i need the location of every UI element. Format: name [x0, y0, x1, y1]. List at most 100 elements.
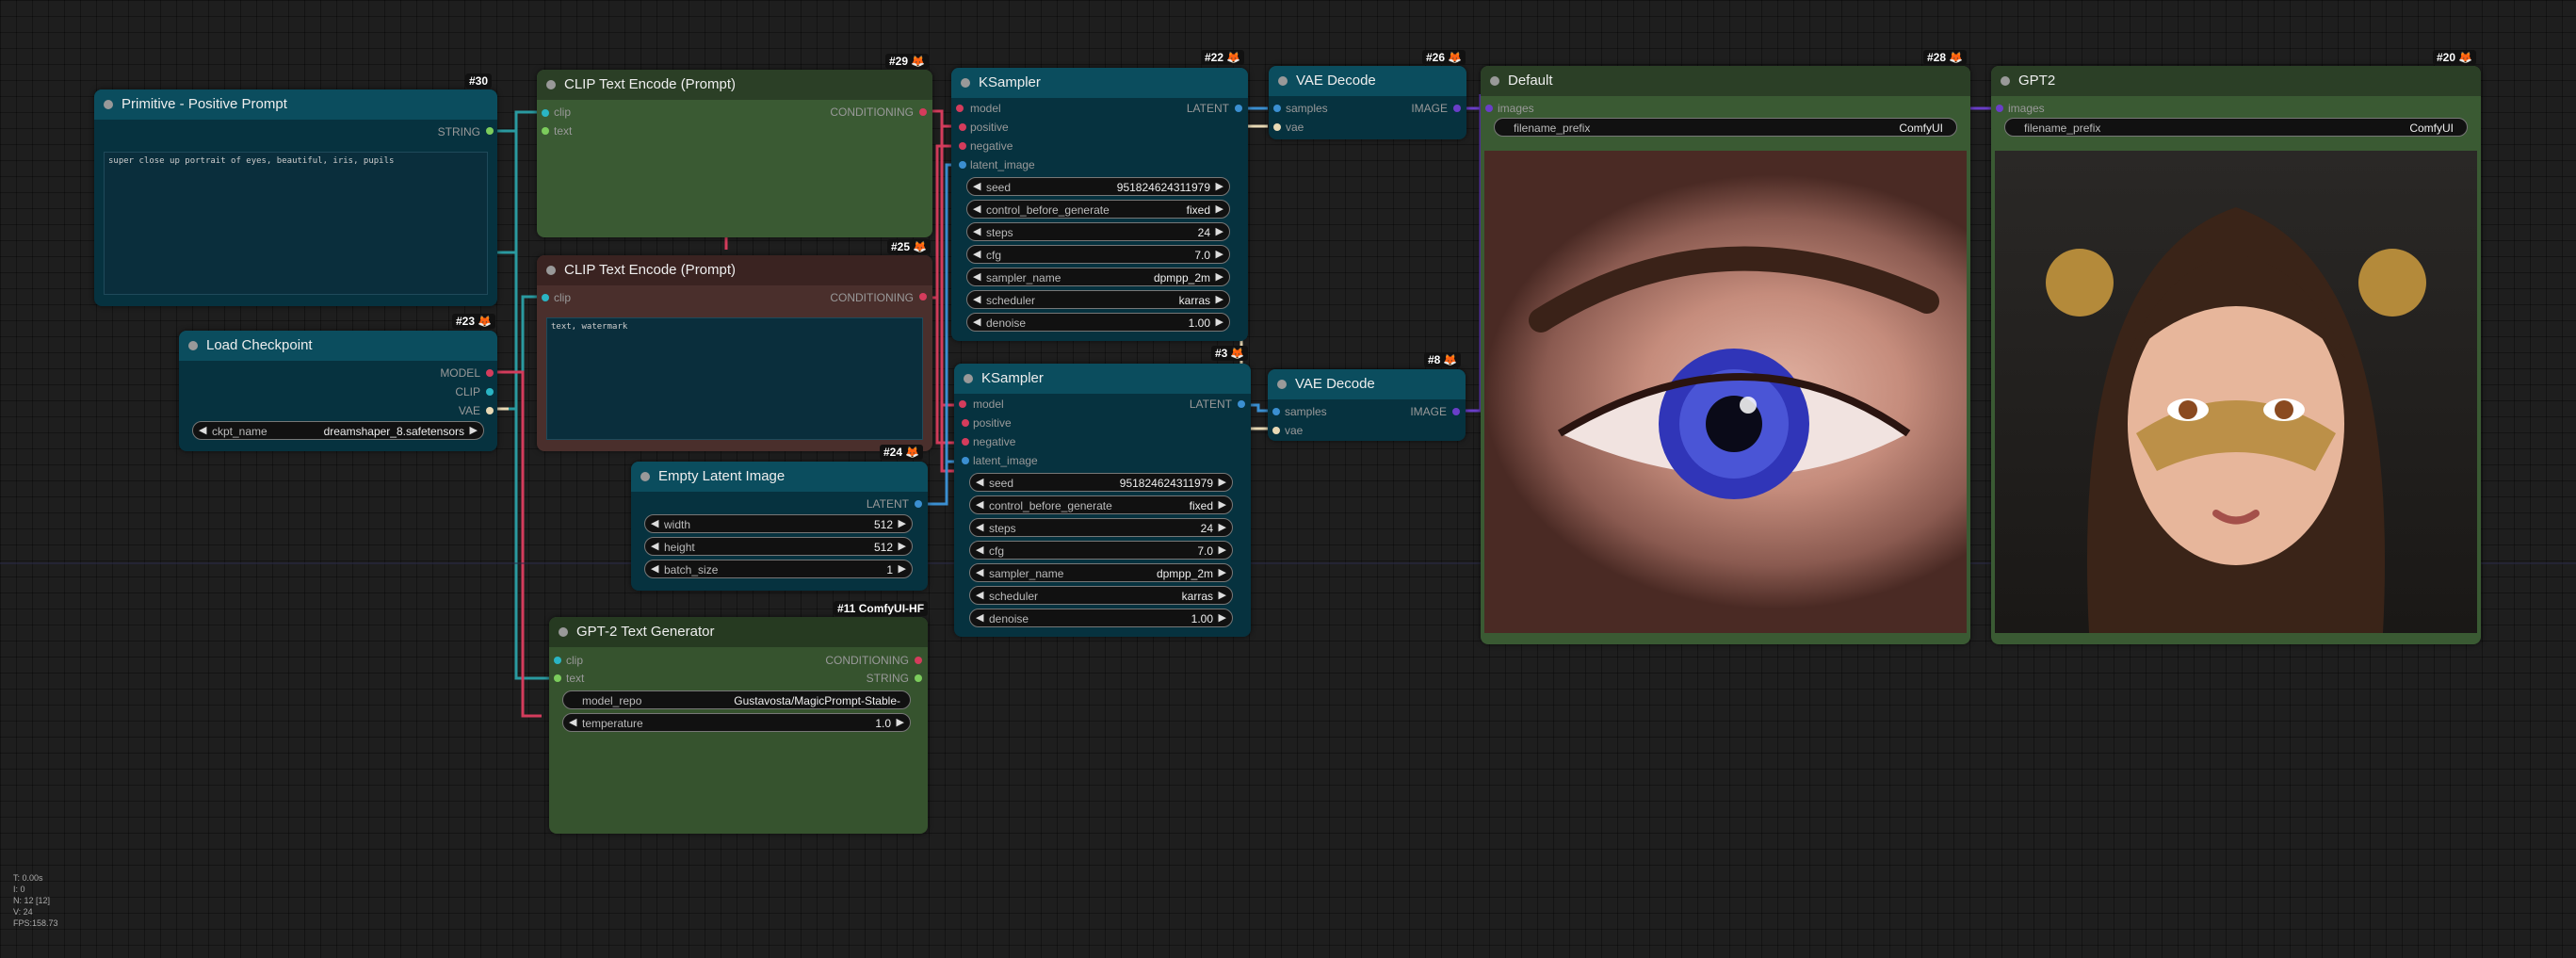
node-ksampler-22[interactable]: KSampler model positive negative latent_…	[951, 68, 1248, 341]
output-conditioning-socket[interactable]	[919, 108, 927, 116]
steps-widget[interactable]: ◀ steps 24 ▶	[969, 518, 1233, 537]
sampler-name-widget[interactable]: ◀ sampler_name dpmpp_2m ▶	[969, 563, 1233, 582]
input-vae-socket[interactable]	[1273, 123, 1281, 131]
node-vae-decode-8[interactable]: VAE Decode samples vae IMAGE	[1268, 369, 1466, 441]
arrow-left-icon[interactable]: ◀	[651, 562, 658, 575]
scheduler-widget[interactable]: ◀ scheduler karras ▶	[969, 586, 1233, 605]
collapse-dot-icon[interactable]	[546, 266, 556, 275]
node-gpt2-text-generator[interactable]: GPT-2 Text Generator clip text CONDITION…	[549, 617, 928, 834]
collapse-dot-icon[interactable]	[1490, 76, 1499, 86]
input-positive-socket[interactable]	[962, 419, 969, 427]
arrow-left-icon[interactable]: ◀	[973, 316, 980, 328]
arrow-left-icon[interactable]: ◀	[651, 517, 658, 529]
arrow-left-icon[interactable]: ◀	[973, 203, 980, 215]
output-clip-socket[interactable]	[486, 388, 494, 396]
height-widget[interactable]: ◀ height 512 ▶	[644, 537, 913, 556]
input-text-socket[interactable]	[542, 127, 549, 135]
node-empty-latent-image[interactable]: Empty Latent Image LATENT ◀ width 512 ▶ ◀ he…	[631, 462, 928, 591]
input-latent-socket[interactable]	[959, 161, 966, 169]
batch-size-widget[interactable]: ◀ batch_size 1 ▶	[644, 560, 913, 578]
collapse-dot-icon[interactable]	[559, 627, 568, 637]
node-title[interactable]: GPT2	[1991, 66, 2481, 96]
collapse-dot-icon[interactable]	[546, 80, 556, 89]
output-image-socket[interactable]	[1453, 105, 1461, 112]
arrow-right-icon[interactable]: ▶	[899, 540, 906, 552]
node-title[interactable]: Primitive - Positive Prompt	[94, 89, 497, 120]
output-string-socket[interactable]	[486, 127, 494, 135]
node-vae-decode-26[interactable]: VAE Decode samples vae IMAGE	[1269, 66, 1466, 139]
output-image-socket[interactable]	[1452, 408, 1460, 415]
cfg-widget[interactable]: ◀ cfg 7.0 ▶	[966, 245, 1230, 264]
arrow-right-icon[interactable]: ▶	[1216, 225, 1223, 237]
collapse-dot-icon[interactable]	[104, 100, 113, 109]
output-string-socket[interactable]	[915, 674, 922, 682]
node-title[interactable]: Default	[1481, 66, 1970, 96]
input-images-socket[interactable]	[1996, 105, 2003, 112]
collapse-dot-icon[interactable]	[188, 341, 198, 350]
output-model-socket[interactable]	[486, 369, 494, 377]
input-clip-socket[interactable]	[542, 294, 549, 301]
control-before-generate-widget[interactable]: ◀ control_before_generate fixed ▶	[969, 495, 1233, 514]
node-title[interactable]: CLIP Text Encode (Prompt)	[537, 255, 932, 285]
input-negative-socket[interactable]	[959, 142, 966, 150]
arrow-right-icon[interactable]: ▶	[1216, 270, 1223, 283]
arrow-left-icon[interactable]: ◀	[976, 611, 983, 624]
denoise-widget[interactable]: ◀ denoise 1.00 ▶	[969, 609, 1233, 627]
arrow-left-icon[interactable]: ◀	[973, 248, 980, 260]
sampler-name-widget[interactable]: ◀ sampler_name dpmpp_2m ▶	[966, 268, 1230, 286]
ckpt-name-combo[interactable]: ◀ ckpt_name dreamshaper_8.safetensors ▶	[192, 421, 484, 440]
node-title[interactable]: GPT-2 Text Generator	[549, 617, 928, 647]
node-primitive-positive-prompt[interactable]: Primitive - Positive Prompt STRING super…	[94, 89, 497, 306]
collapse-dot-icon[interactable]	[640, 472, 650, 481]
arrow-left-icon[interactable]: ◀	[976, 521, 983, 533]
arrow-right-icon[interactable]: ▶	[897, 716, 904, 728]
node-save-image-gpt2[interactable]: GPT2 images filename_prefix ComfyUI	[1991, 66, 2481, 644]
output-conditioning-socket[interactable]	[919, 293, 927, 300]
node-ksampler-3[interactable]: KSampler model positive negative latent_…	[954, 364, 1251, 637]
node-title[interactable]: VAE Decode	[1269, 66, 1466, 96]
output-latent-socket[interactable]	[1235, 105, 1242, 112]
input-images-socket[interactable]	[1485, 105, 1493, 112]
collapse-dot-icon[interactable]	[2001, 76, 2010, 86]
node-title[interactable]: KSampler	[954, 364, 1251, 394]
node-title[interactable]: Empty Latent Image	[631, 462, 928, 492]
scheduler-widget[interactable]: ◀ scheduler karras ▶	[966, 290, 1230, 309]
width-widget[interactable]: ◀ width 512 ▶	[644, 514, 913, 533]
input-text-socket[interactable]	[554, 674, 561, 682]
input-model-socket[interactable]	[956, 105, 964, 112]
output-vae-socket[interactable]	[486, 407, 494, 414]
collapse-dot-icon[interactable]	[1278, 76, 1288, 86]
input-vae-socket[interactable]	[1272, 427, 1280, 434]
arrow-left-icon[interactable]: ◀	[976, 498, 983, 511]
input-samples-socket[interactable]	[1273, 105, 1281, 112]
cfg-widget[interactable]: ◀ cfg 7.0 ▶	[969, 541, 1233, 560]
arrow-right-icon[interactable]: ▶	[1219, 611, 1226, 624]
steps-widget[interactable]: ◀ steps 24 ▶	[966, 222, 1230, 241]
arrow-right-icon[interactable]: ▶	[1216, 203, 1223, 215]
arrow-left-icon[interactable]: ◀	[973, 293, 980, 305]
output-latent-socket[interactable]	[1238, 400, 1245, 408]
model-repo-widget[interactable]: model_repo Gustavosta/MagicPrompt-Stable-	[562, 690, 911, 709]
arrow-right-icon[interactable]: ▶	[1216, 180, 1223, 192]
arrow-right-icon[interactable]: ▶	[1219, 498, 1226, 511]
node-load-checkpoint[interactable]: Load Checkpoint MODEL CLIP VAE ◀ ckpt_na…	[179, 331, 497, 451]
seed-widget[interactable]: ◀ seed 951824624311979 ▶	[966, 177, 1230, 196]
arrow-left-icon[interactable]: ◀	[976, 589, 983, 601]
node-title[interactable]: CLIP Text Encode (Prompt)	[537, 70, 932, 100]
arrow-right-icon[interactable]: ▶	[1219, 566, 1226, 578]
output-latent-socket[interactable]	[915, 500, 922, 508]
output-conditioning-socket[interactable]	[915, 657, 922, 664]
arrow-left-icon[interactable]: ◀	[569, 716, 576, 728]
arrow-right-icon[interactable]: ▶	[1219, 521, 1226, 533]
node-save-image-default[interactable]: Default images filename_prefix ComfyUI	[1481, 66, 1970, 644]
node-clip-text-encode-negative[interactable]: CLIP Text Encode (Prompt) clip CONDITION…	[537, 255, 932, 451]
node-title[interactable]: KSampler	[951, 68, 1248, 98]
arrow-right-icon[interactable]: ▶	[1219, 476, 1226, 488]
arrow-right-icon[interactable]: ▶	[1216, 316, 1223, 328]
node-title[interactable]: Load Checkpoint	[179, 331, 497, 361]
arrow-right-icon[interactable]: ▶	[899, 562, 906, 575]
temperature-widget[interactable]: ◀ temperature 1.0 ▶	[562, 713, 911, 732]
input-clip-socket[interactable]	[542, 109, 549, 117]
filename-prefix-widget[interactable]: filename_prefix ComfyUI	[2004, 118, 2468, 137]
input-negative-socket[interactable]	[962, 438, 969, 446]
